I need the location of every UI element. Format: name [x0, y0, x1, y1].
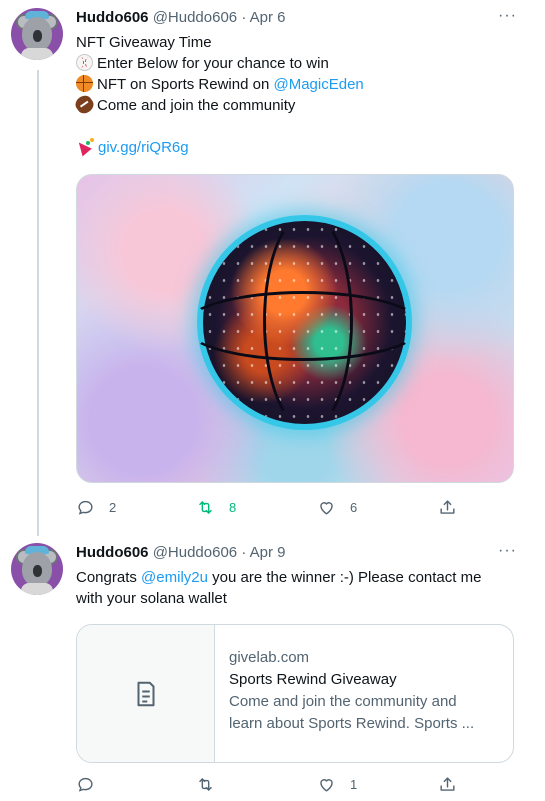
tweet-date[interactable]: Apr 9 [250, 544, 286, 561]
author-avatar[interactable] [11, 8, 63, 60]
author-avatar[interactable] [11, 543, 63, 595]
share-button[interactable] [438, 775, 457, 794]
card-domain: givelab.com [229, 649, 310, 666]
document-icon [137, 681, 154, 706]
tweet-text: NFT Giveaway Time Enter Below for your c… [72, 32, 364, 158]
basketball-artwork [183, 211, 423, 431]
author-handle[interactable]: @Huddo606 [153, 544, 237, 561]
like-count: 6 [350, 500, 358, 515]
tweet-text: Congrats @emily2u you are the winner :-)… [76, 567, 481, 609]
like-count: 1 [350, 777, 358, 792]
mention-link[interactable]: @MagicEden [273, 76, 363, 93]
more-options-icon[interactable]: ··· [498, 542, 517, 560]
card-description: Come and join the community and learn ab… [229, 693, 475, 732]
author-handle[interactable]: @Huddo606 [153, 9, 237, 26]
party-popper-emoji-icon [76, 137, 94, 155]
retweet-count: 8 [229, 500, 237, 515]
share-icon [440, 500, 455, 514]
tweet-line-4: Come and join the community [72, 92, 364, 117]
header-separator: · [241, 9, 247, 26]
mention-link[interactable]: @emily2u [141, 569, 208, 586]
retweet-button[interactable] [196, 775, 229, 794]
like-button[interactable]: 6 [317, 498, 357, 517]
tweet-line-1: NFT Giveaway Time [76, 34, 212, 51]
giveaway-link[interactable]: giv.gg/riQR6g [98, 139, 189, 156]
thread-connector-line [37, 70, 39, 536]
reply-button[interactable]: 2 [76, 498, 116, 517]
like-button[interactable]: 1 [317, 775, 357, 794]
tweet-media-image[interactable] [76, 174, 514, 483]
author-name[interactable]: Huddo606 [76, 9, 149, 26]
tweet-line-2: Enter Below for your chance to win [76, 53, 364, 74]
retweet-button[interactable]: 8 [196, 498, 236, 517]
link-preview-card[interactable]: givelab.com Sports Rewind Giveaway Come … [76, 624, 514, 763]
retweet-icon [199, 778, 212, 791]
reply-icon [78, 777, 93, 792]
card-title: Sports Rewind Giveaway [229, 671, 397, 688]
share-icon [440, 777, 455, 791]
reply-icon [78, 500, 93, 515]
basketball-emoji-icon [76, 75, 93, 92]
retweet-icon [199, 501, 212, 514]
tweet-line-2: with your solana wallet [76, 590, 227, 607]
football-emoji-icon [72, 92, 97, 117]
share-button[interactable] [438, 498, 457, 517]
author-name[interactable]: Huddo606 [76, 544, 149, 561]
reply-button[interactable] [76, 775, 109, 794]
card-body: givelab.com Sports Rewind Giveaway Come … [229, 647, 499, 735]
tweet-header: Huddo606 @Huddo606 · Apr 9 [76, 543, 286, 563]
more-options-icon[interactable]: ··· [498, 7, 517, 25]
tweet-date[interactable]: Apr 6 [250, 9, 286, 26]
baseball-emoji-icon [76, 54, 93, 71]
tweet-line-1: Congrats @emily2u you are the winner :-)… [76, 569, 482, 586]
tweet-header: Huddo606 @Huddo606 · Apr 6 [76, 8, 286, 28]
card-thumbnail [77, 625, 215, 762]
header-separator: · [241, 544, 247, 561]
tweet-line-5: giv.gg/riQR6g [76, 137, 364, 158]
tweet-actions: 2 8 6 [76, 498, 514, 522]
heart-icon [320, 779, 333, 792]
reply-count: 2 [109, 500, 117, 515]
tweet-line-3: NFT on Sports Rewind on @MagicEden [76, 74, 364, 95]
heart-icon [320, 502, 333, 515]
tweet-actions: 1 [76, 775, 514, 799]
